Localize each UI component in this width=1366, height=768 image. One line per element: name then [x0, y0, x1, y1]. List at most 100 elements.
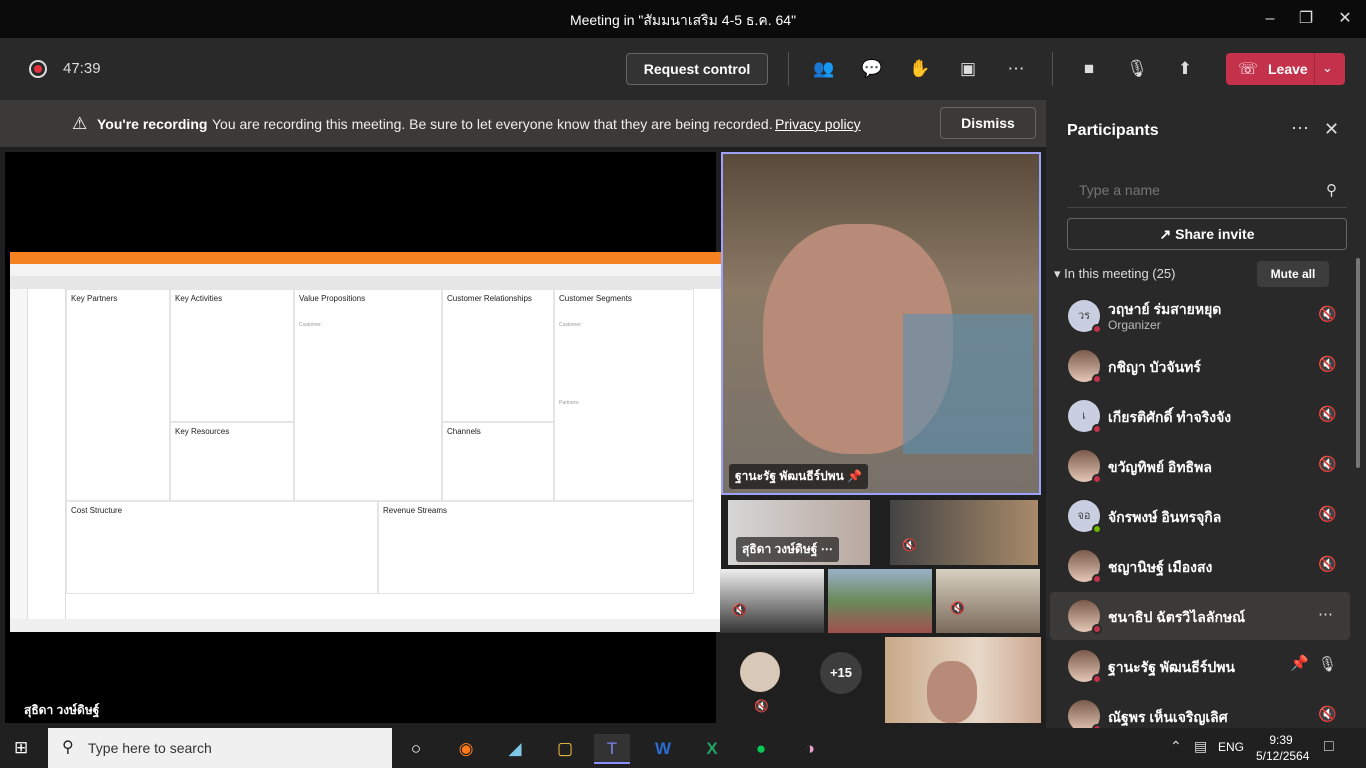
- more-options-icon[interactable]: ⋯: [1291, 118, 1309, 139]
- canvas-cell-key-activities: Key Activities: [170, 289, 294, 422]
- avatar: [1068, 700, 1102, 728]
- canvas-cell-key-resources: Key Resources: [170, 422, 294, 501]
- paint-icon[interactable]: ◑: [792, 734, 828, 764]
- leave-label: Leave: [1268, 61, 1308, 77]
- participant-name: ฐานะรัฐ พัฒนธีร์ปพน: [1108, 659, 1236, 675]
- meeting-toolbar: 47:39 Request control 👥 💬 ✋ ▣ ⋯ ■ 🎙 ⬆ ☏ …: [0, 38, 1366, 100]
- privacy-policy-link[interactable]: Privacy policy: [775, 116, 861, 132]
- video-background-shelf: [903, 314, 1033, 454]
- more-options-icon[interactable]: ⋯: [1318, 605, 1333, 623]
- pdf-sidebar: [10, 289, 28, 619]
- minimize-icon[interactable]: –: [1258, 8, 1282, 30]
- participant-avatar[interactable]: [740, 652, 780, 692]
- video-tile[interactable]: สุธิดา วงษ์ดิษฐ์ ⋯: [728, 500, 870, 565]
- mic-muted-icon: 🔇: [1318, 356, 1337, 373]
- maximize-icon[interactable]: ❐: [1294, 8, 1318, 30]
- participant-row[interactable]: กชิญา บัวจันทร์ 🔇: [1050, 342, 1350, 390]
- participant-row[interactable]: ชญานิษฐ์ เมืองสง 🔇: [1050, 542, 1350, 590]
- video-tile[interactable]: [828, 569, 932, 633]
- participant-row[interactable]: ณัฐพร เห็นเจริญเลิศ 🔇: [1050, 692, 1350, 728]
- screen-share-view[interactable]: Key Partners Key Activities Key Resource…: [5, 152, 721, 723]
- participant-row[interactable]: วร วฤษาย์ ร่มสายหยุด Organizer 🔇: [1050, 292, 1350, 340]
- teams-icon[interactable]: T: [594, 734, 630, 764]
- share-screen-icon[interactable]: ⬆: [1172, 57, 1198, 81]
- app-icon[interactable]: ◢: [497, 734, 533, 764]
- pdf-menu-bar: [10, 264, 721, 276]
- firefox-icon[interactable]: ◉: [448, 734, 484, 764]
- windows-start-icon[interactable]: ⊞: [14, 738, 28, 758]
- clock-time: 9:39: [1269, 733, 1293, 747]
- canvas-cell-revenue-streams: Revenue Streams: [378, 501, 694, 594]
- avatar: [1068, 450, 1102, 484]
- participant-name: กชิญา บัวจันทร์: [1108, 359, 1201, 375]
- recording-icon: [29, 60, 47, 78]
- participant-name: ขวัญทิพย์ อิทธิพล: [1108, 459, 1212, 475]
- people-icon[interactable]: 👥: [811, 57, 837, 81]
- recording-message: You are recording this meeting. Be sure …: [212, 116, 773, 132]
- avatar: [1068, 350, 1102, 384]
- canvas-cell-customer-segments: Customer Segments Customer: Partners:: [554, 289, 694, 501]
- participant-name: ณัฐพร เห็นเจริญเลิศ: [1108, 709, 1228, 725]
- more-participants-button[interactable]: +15: [820, 652, 862, 694]
- word-icon[interactable]: W: [645, 734, 681, 764]
- participant-name: เกียรติศักดิ์ ทำจริงจัง: [1108, 409, 1232, 425]
- participant-name: ชนาธิป ฉัตรวิไลลักษณ์: [1108, 609, 1246, 625]
- avatar: [1068, 650, 1102, 684]
- clock[interactable]: 9:39 5/12/2564: [1256, 732, 1309, 764]
- raise-hand-icon[interactable]: ✋: [907, 57, 933, 81]
- pinned-video-tile[interactable]: ฐานะรัฐ พัฒนธีร์ปพน 📌: [721, 152, 1041, 495]
- windows-taskbar: ⊞ ⚲ Type here to search ○ ◉ ◢ ▢ T W X ● …: [0, 728, 1366, 768]
- participant-row[interactable]: เ เกียรติศักดิ์ ทำจริงจัง 🔇: [1050, 392, 1350, 440]
- participant-row[interactable]: ชนาธิป ฉัตรวิไลลักษณ์ ⋯: [1050, 592, 1350, 640]
- more-actions-icon[interactable]: ⋯: [1003, 57, 1029, 81]
- excel-icon[interactable]: X: [694, 734, 730, 764]
- leave-button[interactable]: ☏ Leave ⌄: [1226, 53, 1345, 85]
- mic-muted-icon: 🔇: [1318, 456, 1337, 473]
- request-control-button[interactable]: Request control: [626, 53, 768, 85]
- mute-all-button[interactable]: Mute all: [1257, 261, 1329, 287]
- video-tile[interactable]: 🔇: [890, 500, 1038, 565]
- close-icon[interactable]: ✕: [1324, 119, 1339, 140]
- video-tile[interactable]: 🔇: [720, 569, 824, 633]
- avatar: [1068, 550, 1102, 584]
- camera-icon[interactable]: ■: [1076, 57, 1102, 81]
- share-invite-button[interactable]: ↗ Share invite: [1067, 218, 1347, 250]
- participant-search-input[interactable]: [1067, 174, 1307, 206]
- participant-row[interactable]: ขวัญทิพย์ อิทธิพล 🔇: [1050, 442, 1350, 490]
- in-meeting-header[interactable]: ▾ In this meeting (25): [1054, 266, 1175, 282]
- participant-row[interactable]: จอ จักรพงษ์ อินทรจุกิล 🔇: [1050, 492, 1350, 540]
- chat-icon[interactable]: 💬: [859, 57, 885, 81]
- panel-title: Participants: [1067, 122, 1159, 139]
- chevron-up-icon[interactable]: ⌃: [1170, 738, 1182, 755]
- participant-role: Organizer: [1108, 318, 1161, 332]
- taskbar-search[interactable]: ⚲ Type here to search: [48, 728, 392, 768]
- canvas-cell-key-partners: Key Partners: [66, 289, 170, 501]
- meeting-stage: Key Partners Key Activities Key Resource…: [0, 147, 1046, 728]
- file-explorer-icon[interactable]: ▢: [547, 734, 583, 764]
- mic-muted-icon[interactable]: 🎙: [1124, 57, 1150, 81]
- recording-label: You're recording: [97, 116, 208, 132]
- scrollbar[interactable]: [1356, 258, 1360, 468]
- notification-icon[interactable]: □: [1324, 738, 1334, 756]
- search-icon[interactable]: ⚲: [1326, 181, 1337, 199]
- chevron-down-icon[interactable]: ⌄: [1322, 60, 1333, 76]
- avatar: วร: [1068, 300, 1102, 334]
- recording-banner: ⚠ You're recording You are recording thi…: [0, 100, 1046, 147]
- toolbar-divider: [788, 52, 789, 86]
- participant-row[interactable]: ฐานะรัฐ พัฒนธีร์ปพน 📌 🎙: [1050, 642, 1350, 690]
- dismiss-button[interactable]: Dismiss: [940, 107, 1036, 139]
- network-icon[interactable]: ▤: [1194, 738, 1207, 755]
- video-tile[interactable]: [885, 637, 1041, 723]
- pin-icon[interactable]: 📌: [1290, 654, 1309, 672]
- video-name-tag: ฐานะรัฐ พัฒนธีร์ปพน 📌: [729, 464, 869, 489]
- close-window-icon[interactable]: ✕: [1333, 8, 1357, 30]
- rooms-icon[interactable]: ▣: [955, 57, 981, 81]
- warning-icon: ⚠: [72, 114, 88, 133]
- participant-name: จักรพงษ์ อินทรจุกิล: [1108, 509, 1222, 525]
- video-tile[interactable]: 🔇: [936, 569, 1040, 633]
- input-language[interactable]: ENG: [1218, 740, 1244, 754]
- video-name-tag: สุธิดา วงษ์ดิษฐ์ ⋯: [736, 537, 839, 562]
- mic-muted-icon: 🔇: [1318, 556, 1337, 573]
- line-icon[interactable]: ●: [743, 734, 779, 764]
- task-view-icon[interactable]: ○: [398, 734, 434, 764]
